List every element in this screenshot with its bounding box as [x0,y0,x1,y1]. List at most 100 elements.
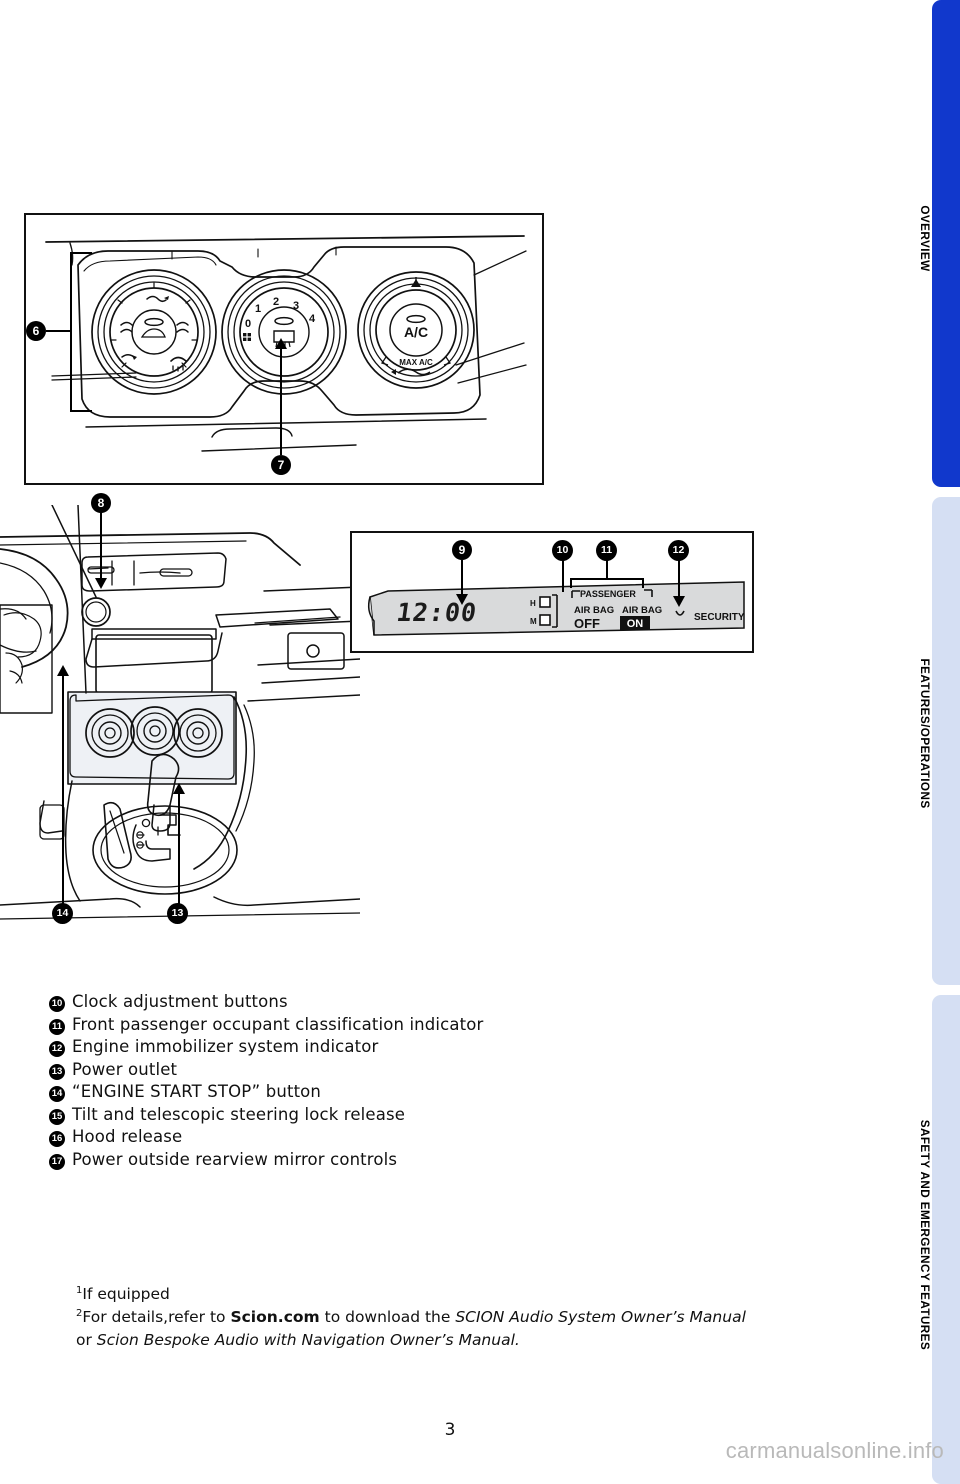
svg-text:A/C: A/C [404,324,428,340]
side-tab-features-operations[interactable] [932,497,960,985]
callout-9-leader [461,560,463,596]
side-tab-features-operations-label: FEATURES/OPERATIONS [918,658,930,809]
section-tab-rail: OVERVIEW FEATURES/OPERATIONS SAFETY AND … [900,0,960,1484]
callout-13: 13 [167,903,188,924]
svg-text:AIR BAG: AIR BAG [574,605,614,616]
list-item-label: Front passenger occupant classification … [72,1014,484,1034]
item-badge: 17 [49,1153,65,1170]
list-item-label: Power outlet [72,1059,178,1079]
callout-8-arrowhead [95,578,107,589]
svg-text:ON: ON [627,618,644,630]
svg-text:MAX A/C: MAX A/C [399,358,433,367]
interior-console-illustration [0,505,360,920]
callout-8-leader [100,512,102,580]
list-item-number: 13 [44,1063,70,1080]
callout-11-bracket-right [642,578,644,588]
list-item-number: 16 [44,1131,70,1147]
callout-12: 12 [668,540,689,561]
feature-item-list: 10 Clock adjustment buttons 11 Front pas… [44,992,664,1172]
list-item-number: 11 [44,1018,70,1035]
callout-10-leader [562,560,564,592]
svg-text:M: M [530,617,537,626]
item-badge: 16 [49,1131,65,1147]
callout-14-leader [62,672,64,910]
list-item-number: 17 [44,1153,70,1170]
side-tab-overview-label: OVERVIEW [918,205,930,272]
climate-control-illustration: 0 1 2 3 4 A/C MAX A/C [45,235,527,452]
svg-text:2: 2 [273,296,279,308]
item-badge: 13 [49,1063,65,1080]
svg-text:1: 1 [255,303,261,315]
item-badge: 15 [49,1108,65,1125]
side-tab-safety-emergency[interactable] [932,995,960,1484]
list-item: 11 Front passenger occupant classificati… [44,1015,664,1035]
callout-10: 10 [552,540,573,561]
callout-9: 9 [452,540,472,560]
side-tab-safety-emergency-label: SAFETY AND EMERGENCY FEATURES [918,1119,930,1351]
callout-6-leader [46,330,72,332]
footnote-2: 2For details,refer to Scion.com to downl… [76,1306,886,1328]
footnote-2-part3: to download the [319,1308,456,1326]
item-badge: 14 [49,1086,65,1102]
item-badge: 10 [49,996,65,1012]
callout-9-arrowhead [456,594,468,605]
footnote-1: 1If equipped [76,1283,886,1305]
callout-6: 6 [26,321,46,341]
callout-13-leader [178,790,180,908]
list-item: 10 Clock adjustment buttons [44,992,664,1012]
callout-6-bracket-top [70,252,92,254]
site-watermark: carmanualsonline.info [725,1438,944,1463]
page-number: 3 [444,1420,456,1440]
svg-text:OFF: OFF [574,616,600,631]
callout-11-leader [606,560,608,580]
side-tab-overview[interactable] [932,0,960,487]
callout-13-arrowhead [173,783,185,794]
svg-text:H: H [530,599,536,608]
callout-11: 11 [596,540,617,561]
svg-text:0: 0 [245,318,251,330]
list-item-label: Tilt and telescopic steering lock releas… [72,1104,406,1124]
list-item: 15 Tilt and telescopic steering lock rel… [44,1105,664,1125]
svg-text:SECURITY: SECURITY [694,612,745,623]
callout-6-bracket-vertical [70,252,72,412]
callout-11-bracket [570,578,643,580]
footnote-2-link[interactable]: Scion.com [230,1308,319,1326]
svg-text:AIR BAG: AIR BAG [622,605,662,616]
list-item-label: Power outside rearview mirror controls [72,1149,398,1169]
list-item-label: Clock adjustment buttons [72,992,288,1011]
list-item-number: 12 [44,1041,70,1057]
callout-7-arrowhead [275,338,287,349]
item-badge: 11 [49,1018,65,1035]
svg-text:3: 3 [293,300,299,312]
footnote-1-text: If equipped [82,1285,170,1303]
list-item-number: 15 [44,1108,70,1125]
climate-control-figure: 0 1 2 3 4 A/C MAX A/C [24,213,544,485]
footnote-2-part4: or [76,1331,97,1349]
footnote-2-manual-title-1: SCION Audio System Owner’s Manual [455,1308,746,1326]
svg-text:4: 4 [309,313,316,325]
callout-8: 8 [91,493,111,513]
footnote-2-continued: or Scion Bespoke Audio with Navigation O… [76,1329,886,1351]
item-badge: 12 [49,1041,65,1057]
list-item-label: “ENGINE START STOP” button [72,1082,322,1101]
list-item: 13 Power outlet [44,1060,664,1080]
svg-text:PASSENGER: PASSENGER [580,589,636,599]
footnote-2-part2: refer to [168,1308,231,1326]
callout-14-arrowhead [57,665,69,676]
callout-12-arrowhead [673,596,685,607]
list-item-number: 10 [44,996,70,1012]
callout-7: 7 [271,455,291,475]
list-item-label: Engine immobilizer system indicator [72,1037,379,1056]
list-item: 12 Engine immobilizer system indicator [44,1037,664,1057]
callout-11-bracket-left [570,578,572,588]
callout-12-leader [678,560,680,598]
footnote-2-manual-title-2: Scion Bespoke Audio with Navigation Owne… [96,1331,520,1349]
list-item-label: Hood release [72,1127,183,1146]
footnotes: 1If equipped 2For details,refer to Scion… [76,1283,886,1352]
manual-page: OVERVIEW FEATURES/OPERATIONS SAFETY AND … [0,0,960,1484]
footnote-2-part1: For details, [82,1308,169,1326]
list-item: 16 Hood release [44,1127,664,1147]
list-item-number: 14 [44,1086,70,1102]
callout-14: 14 [52,903,73,924]
list-item: 17 Power outside rearview mirror control… [44,1150,664,1170]
